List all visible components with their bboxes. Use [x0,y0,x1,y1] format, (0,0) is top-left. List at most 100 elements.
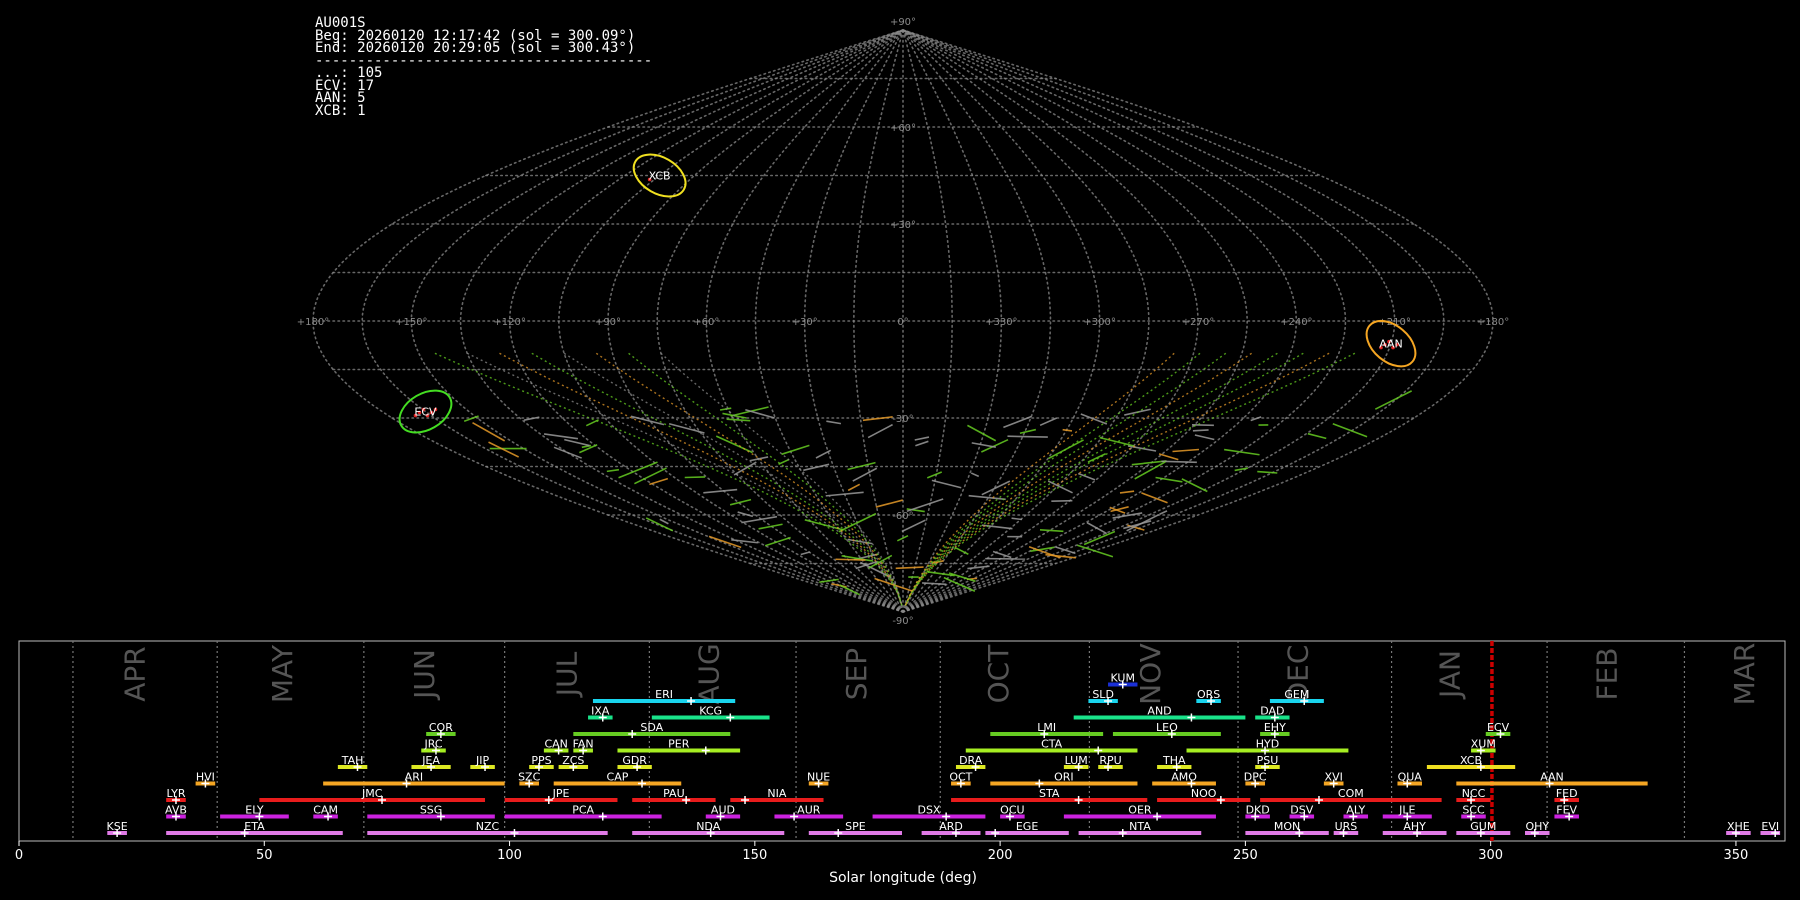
longitude-tick-label: +150° [395,317,427,328]
shower-label: DSX [917,804,940,817]
shower-label: MON [1274,820,1300,833]
longitude-tick-label: +30° [792,317,818,328]
meteor-trail [463,415,479,423]
meteor-trail [1141,492,1168,504]
meteor-trail [852,467,878,482]
meteor-trail [835,558,866,561]
meteor-trail [875,499,903,508]
shower-label: DKD [1246,804,1270,817]
meteor-trail [1194,434,1215,441]
shower-label: NOO [1191,787,1217,800]
shower-label: JPE [552,787,570,800]
month-label: JUN [408,649,441,701]
meteor-trail [778,458,790,465]
meteor-trail [1080,413,1108,425]
meteor-trail [531,352,903,606]
shower-label: AMO [1171,771,1197,784]
meteor-trail [915,440,929,447]
shower-label: ORI [1054,771,1074,784]
shower-label: QUA [1398,771,1423,784]
meteor-trail [1007,435,1048,438]
meteor-trail [895,566,924,570]
shower-label: OHY [1525,820,1549,833]
shower-label: THA [1162,754,1186,767]
shower-label: ZCS [562,754,584,767]
x-tick-label: 200 [988,848,1013,863]
meteor-trail [1159,510,1168,515]
month-label: MAY [266,644,299,703]
x-tick-label: 300 [1478,848,1503,863]
shower-label: LEO [1156,721,1178,734]
meteor-trail [488,441,520,458]
shower-label: LMI [1037,721,1056,734]
shower-label: DSV [1290,804,1313,817]
shower-label: CAN [544,738,567,751]
shower-label: ERI [655,688,673,701]
longitude-tick-label: +120° [493,317,525,328]
longitude-tick-label: +270° [1182,317,1214,328]
meteor-trail [803,463,830,472]
shower-label: EVI [1761,820,1779,833]
meteor-trail [1039,417,1058,427]
meteor-trail [904,352,1278,606]
meteor-trail [543,433,579,440]
shower-label: HVI [196,771,215,784]
shower-label: DPC [1244,771,1267,784]
x-tick-label: 250 [1233,848,1258,863]
shower-label: PPS [531,754,551,767]
longitude-tick-label: +60° [693,317,719,328]
meteor-trail [660,352,903,606]
meteor-trail [434,352,903,606]
shower-label: NIA [767,787,786,800]
shower-label: GDR [622,754,647,767]
meteor-trail [904,352,1304,606]
x-axis: 0 50 100 150 200 250 300 350 [15,841,1748,863]
shower-label: XUM [1471,738,1496,751]
longitude-tick-label: +300° [1083,317,1115,328]
meteor-trail [914,436,930,441]
shower-label: AAN [1540,771,1564,784]
meteor-trail [1172,448,1200,453]
meteor-trail [733,461,757,476]
shower-label: RPU [1099,754,1121,767]
shower-label: JIP [475,754,489,767]
shower-label: DRA [959,754,983,767]
meteor-trail [606,468,620,473]
shower-label: KSE [107,820,128,833]
meteor-trail [906,498,944,512]
meteor-trail [1011,517,1023,521]
shower-label: PSU [1257,754,1279,767]
meteor-trail [1307,432,1327,440]
meteor-trail [649,477,669,486]
shower-label: KUM [1111,672,1135,685]
meteor-trail [564,438,590,447]
shower-label: URS [1335,820,1358,833]
shower-label: OCU [1000,804,1024,817]
meteor-trail [1127,445,1157,452]
latitude-tick-label: -90° [892,616,913,627]
shower-label: PCA [572,804,594,817]
radiant-label: AAN [1379,338,1403,351]
meteor-trails [434,352,1413,606]
meteor-trail [684,476,706,479]
shower-label: COM [1338,787,1364,800]
meteor-trail [1161,460,1197,464]
latitude-tick-label: -60° [892,511,913,522]
x-tick-label: 350 [1724,848,1749,863]
month-label: JUL [550,651,583,698]
longitude-tick-label: +330° [985,317,1017,328]
shower-label: SZC [518,771,541,784]
month-label: OCT [982,644,1015,704]
meteor-trail [867,423,893,439]
radiant-label: ECV [414,406,437,419]
shower-label: KCG [699,705,722,718]
shower-label: SLD [1092,688,1114,701]
shower-label: AND [1147,705,1171,718]
shower-label: AHY [1403,820,1426,833]
shower-label: DAD [1260,705,1284,718]
meteor-trail [563,352,903,606]
shower-label: CTA [1041,738,1063,751]
shower-label: PER [668,738,690,751]
meteor-trail [1039,529,1064,533]
meteor-trail [1119,490,1135,494]
